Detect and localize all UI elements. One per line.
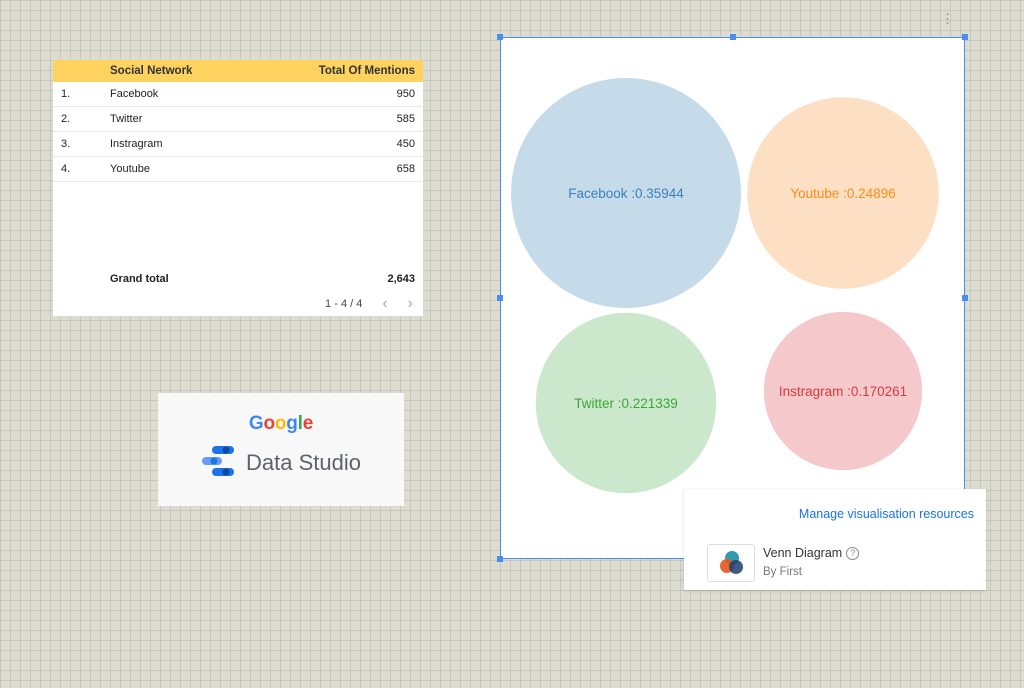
resize-handle-right[interactable] [962, 295, 968, 301]
table-row[interactable]: 3. Instragram 450 [53, 132, 423, 157]
row-index: 1. [61, 88, 71, 100]
row-mentions-value: 950 [396, 88, 415, 100]
row-mentions-value: 450 [396, 138, 415, 150]
row-network-name: Youtube [110, 163, 150, 175]
resize-handle-left[interactable] [497, 295, 503, 301]
row-mentions-value: 658 [396, 163, 415, 175]
google-logo-letter: G [248, 413, 264, 434]
google-logo: Google [158, 413, 404, 435]
visualisation-name: Venn Diagram? [763, 546, 860, 560]
venn-chart-frame[interactable]: Facebook :0.35944 Youtube :0.24896 Twitter… [497, 34, 968, 562]
table-row[interactable]: 2. Twitter 585 [53, 107, 423, 132]
data-studio-logo-card: Google Data Studio [158, 393, 404, 506]
social-network-table: Social Network Total Of Mentions 1. Faceb… [53, 60, 423, 316]
manage-visualisation-resources-link[interactable]: Manage visualisation resources [799, 507, 974, 521]
row-index: 2. [61, 113, 71, 125]
google-logo-letter: o [263, 413, 275, 434]
resize-handle-top-left[interactable] [497, 34, 503, 40]
chevron-right-icon[interactable]: › [408, 296, 413, 312]
venn-circle-label: Instragram :0.170261 [779, 384, 907, 399]
pagination-range: 1 - 4 / 4 [325, 298, 363, 310]
row-index: 3. [61, 138, 71, 150]
visualisation-author: By First [763, 566, 802, 578]
google-logo-letter: o [274, 413, 287, 434]
google-logo-letter: g [286, 413, 298, 434]
row-index: 4. [61, 163, 71, 175]
table-row[interactable]: 1. Facebook 950 [53, 82, 423, 107]
data-studio-wordmark: Data Studio [246, 450, 361, 475]
grand-total-value: 2,643 [387, 272, 415, 285]
row-network-name: Twitter [110, 113, 143, 125]
venn-diagram-thumbnail[interactable] [707, 544, 755, 582]
venn-circle-label: Youtube :0.24896 [790, 186, 895, 201]
table-row[interactable]: 4. Youtube 658 [53, 157, 423, 182]
visualisation-resources-popup: Manage visualisation resources Venn Diag… [684, 489, 986, 590]
venn-circle-label: Twitter :0.221339 [574, 396, 678, 411]
row-mentions-value: 585 [396, 113, 415, 125]
row-network-name: Instragram [110, 138, 163, 150]
venn-diagram-icon [720, 551, 743, 574]
venn-chart: Facebook :0.35944 Youtube :0.24896 Twitter… [511, 78, 939, 494]
column-header-social-network[interactable]: Social Network [110, 65, 273, 77]
kebab-menu-icon[interactable]: ⋮ [941, 12, 954, 25]
resize-handle-bottom-left[interactable] [497, 556, 503, 562]
column-header-total-mentions[interactable]: Total Of Mentions [273, 65, 423, 77]
table-header: Social Network Total Of Mentions [53, 60, 423, 82]
data-studio-logo-icon [202, 446, 234, 476]
chevron-left-icon[interactable]: ‹ [382, 296, 387, 312]
pagination: 1 - 4 / 4 ‹ › [53, 291, 423, 317]
grand-total-row: Grand total 2,643 [53, 266, 423, 291]
resize-handle-top[interactable] [730, 34, 736, 40]
table-body: 1. Facebook 950 2. Twitter 585 3. Instragram 450… [53, 82, 423, 182]
grand-total-label: Grand total [110, 272, 169, 285]
help-circle-icon[interactable]: ? [846, 547, 860, 560]
google-logo-letter: e [302, 413, 314, 434]
resize-handle-top-right[interactable] [962, 34, 968, 40]
venn-circle-label: Facebook :0.35944 [568, 186, 684, 201]
row-network-name: Facebook [110, 88, 159, 100]
